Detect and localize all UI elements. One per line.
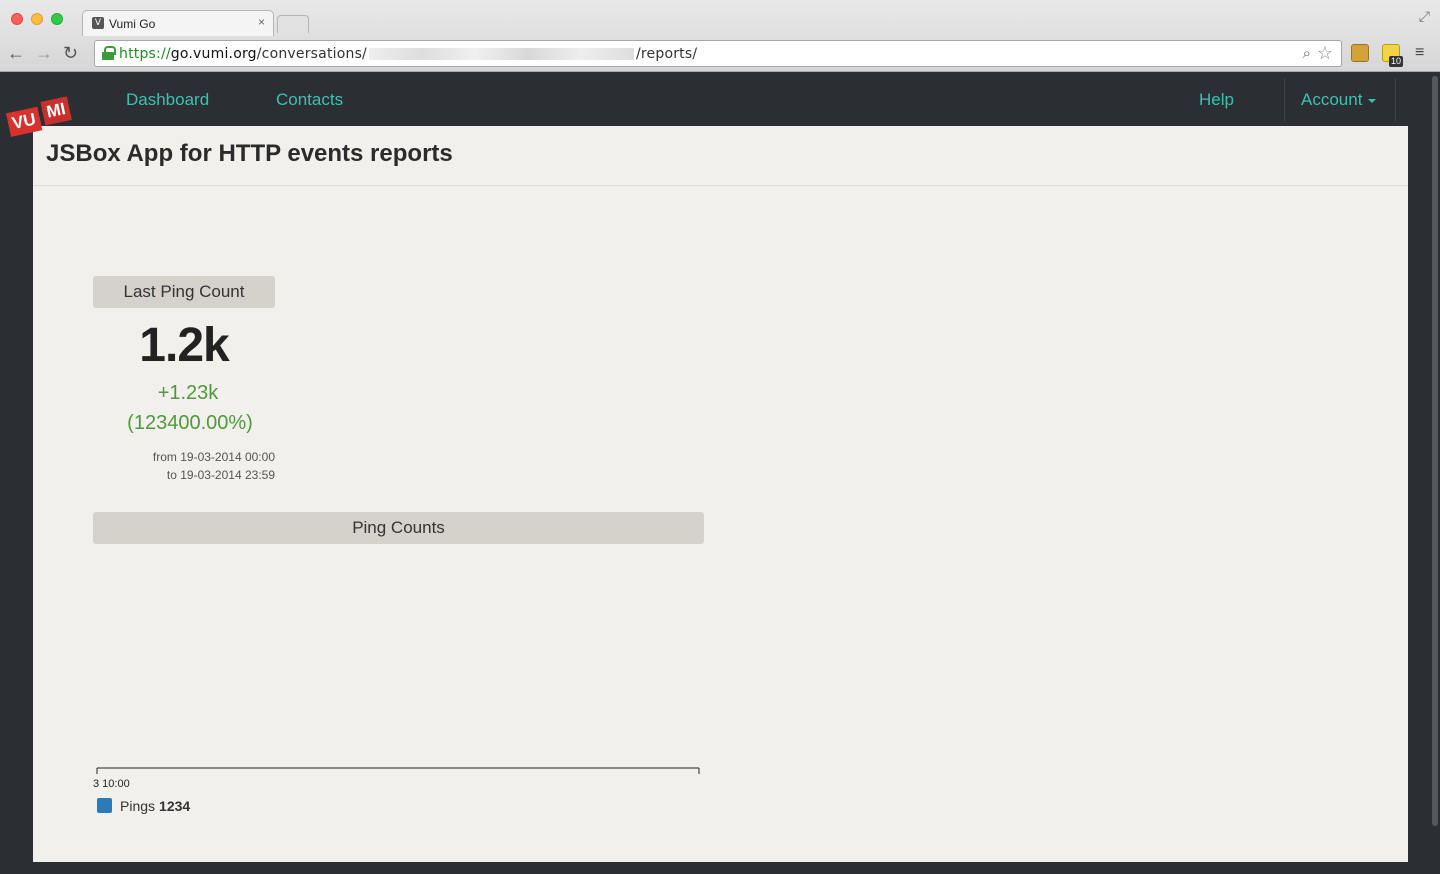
zoom-window-button[interactable] <box>51 13 63 25</box>
nav-divider <box>1395 78 1396 122</box>
logo-mi: MI <box>40 96 72 126</box>
nav-help-link[interactable]: Help <box>1199 90 1234 110</box>
extension-badge: 10 <box>1389 56 1404 67</box>
url-host: go.vumi.org <box>170 46 257 62</box>
tab-close-icon[interactable]: × <box>258 15 265 29</box>
url-path-end: /reports/ <box>635 46 698 62</box>
last-ping-diff: +1.23k <box>157 382 219 404</box>
minimize-window-button[interactable] <box>31 13 43 25</box>
address-bar[interactable]: https://go.vumi.org/conversations/ /repor… <box>94 40 1342 67</box>
legend-label: Pings <box>120 798 156 814</box>
url-text: https://go.vumi.org/conversations/ /repor… <box>119 46 697 62</box>
url-scheme: https:// <box>119 46 171 62</box>
chart-layer: 3 10:00 <box>93 767 700 790</box>
fullscreen-icon[interactable]: ⤢ <box>1419 8 1430 25</box>
last-ping-to: to 19-03-2014 23:59 <box>166 468 275 482</box>
back-icon[interactable]: ← <box>7 43 25 63</box>
browser-tab[interactable]: V Vumi Go × <box>82 10 274 36</box>
x-tick-label: 3 10:00 <box>93 778 130 790</box>
logo-vu: VU <box>6 106 42 137</box>
last-ping-count-title: Last Ping Count <box>93 276 275 308</box>
legend-swatch <box>97 798 112 813</box>
nav-dashboard-link[interactable]: Dashboard <box>126 90 209 110</box>
zoom-icon[interactable]: ⌕ <box>1303 45 1311 62</box>
ping-counts-chart: 3 10:00 <box>93 767 700 790</box>
tab-title: Vumi Go <box>109 17 156 31</box>
close-window-button[interactable] <box>11 13 23 25</box>
menu-icon[interactable]: ≡ <box>1415 44 1424 62</box>
url-redacted <box>368 48 634 60</box>
nav-account-dropdown[interactable]: Account <box>1301 90 1377 110</box>
page-scrollbar[interactable] <box>1432 76 1438 826</box>
url-path-start: /conversations/ <box>256 46 367 62</box>
last-ping-diff-percent: (123400.00%) <box>127 412 253 434</box>
reload-icon[interactable]: ↻ <box>63 43 78 63</box>
new-tab-button[interactable] <box>277 15 309 33</box>
browser-chrome: V Vumi Go × ⤢ ← → ↻ https://go.vumi.org/… <box>0 0 1440 72</box>
legend-value: 1234 <box>159 798 191 814</box>
lock-icon <box>102 46 116 60</box>
page-title: JSBox App for HTTP events reports <box>46 140 453 167</box>
page-header: JSBox App for HTTP events reports <box>33 126 1408 186</box>
ping-counts-title: Ping Counts <box>93 512 704 544</box>
extension-icon[interactable] <box>1351 44 1369 62</box>
last-ping-from: from 19-03-2014 00:00 <box>152 450 275 464</box>
star-icon[interactable]: ☆ <box>1317 43 1333 64</box>
account-label: Account <box>1301 90 1363 109</box>
forward-icon[interactable]: → <box>35 43 53 63</box>
favicon-icon: V <box>92 17 104 29</box>
caret-down-icon <box>1368 98 1377 103</box>
nav-divider <box>1284 78 1285 122</box>
chart-legend: Pings 1234 <box>97 798 190 814</box>
nav-contacts-link[interactable]: Contacts <box>276 90 343 110</box>
main-content: JSBox App for HTTP events reports Last P… <box>33 126 1408 862</box>
last-ping-value: 1.2k <box>139 319 229 372</box>
